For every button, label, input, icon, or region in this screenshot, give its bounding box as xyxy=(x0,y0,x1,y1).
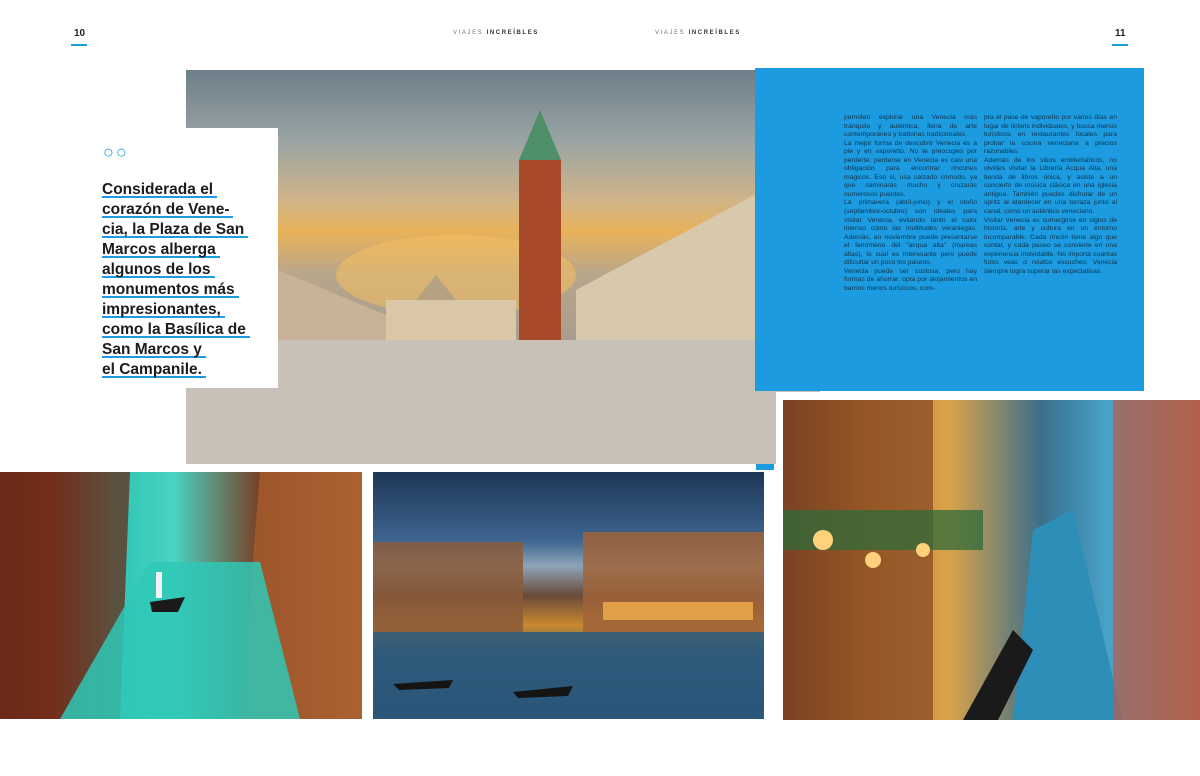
piazza-illustration xyxy=(186,110,820,464)
running-head-left: VIAJES INCREÍBLES xyxy=(453,30,539,36)
running-head-right: VIAJES INCREÍBLES xyxy=(655,30,741,36)
canal-restaurants-photo xyxy=(783,400,1200,720)
gondola-canal-illustration xyxy=(0,472,362,719)
grand-canal-photo xyxy=(373,472,764,719)
canal-restaurants-illustration xyxy=(783,400,1200,720)
pull-quote-card: ○○ Considerada el corazón de Vene- cia, … xyxy=(93,128,278,388)
article-column-2: pra el pase de vaporetto por varios días… xyxy=(984,114,1117,275)
left-page-number-underline xyxy=(71,44,87,46)
gondola-canal-photo xyxy=(0,472,362,719)
grand-canal-illustration xyxy=(373,532,764,719)
right-page-number-underline xyxy=(1112,44,1128,46)
left-page-number: 10 xyxy=(74,28,86,39)
article-column-1: permiten explorar una Venecia más tranqu… xyxy=(844,114,977,292)
pull-quote-text: Considerada el corazón de Vene- cia, la … xyxy=(102,180,276,380)
accent-block xyxy=(756,464,774,470)
quote-marks-icon: ○○ xyxy=(103,142,129,162)
article-panel: permiten explorar una Venecia más tranqu… xyxy=(755,68,1144,391)
piazza-san-marco-photo xyxy=(186,70,820,464)
right-page-number: 11 xyxy=(1115,28,1126,39)
